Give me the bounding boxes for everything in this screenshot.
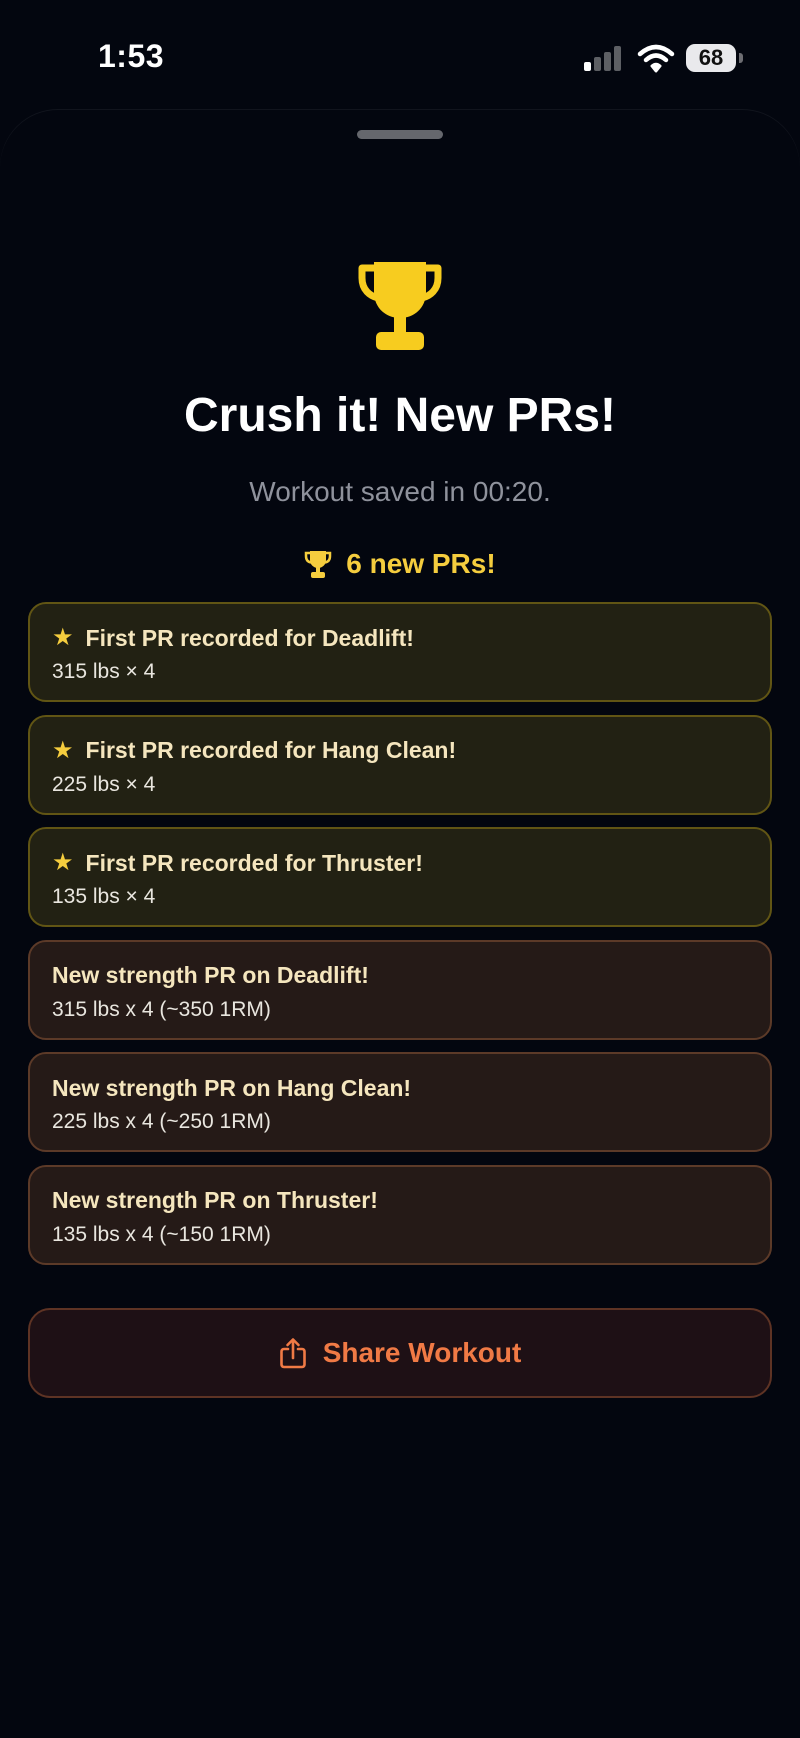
pr-card: ★ First PR recorded for Thruster! 135 lb…	[28, 827, 772, 927]
status-bar: 1:53 68	[0, 0, 800, 110]
pr-card-title: New strength PR on Hang Clean!	[52, 1074, 412, 1101]
pr-card: ★ First PR recorded for Hang Clean! 225 …	[28, 714, 772, 815]
pr-card-detail: 225 lbs × 4	[52, 772, 156, 796]
pr-count-label: 6 new PRs!	[346, 548, 496, 579]
share-workout-label: Share Workout	[322, 1337, 522, 1368]
sheet-grabber[interactable]	[357, 130, 443, 139]
pr-card-detail: 315 lbs x 4 (~350 1RM)	[52, 997, 271, 1021]
pr-card: ★ First PR recorded for Deadlift! 315 lb…	[28, 602, 772, 702]
share-workout-button[interactable]: Share Workout	[28, 1308, 772, 1398]
signal-icon	[584, 45, 624, 71]
pr-card-title-row: New strength PR on Hang Clean!	[52, 1074, 748, 1102]
pr-card-detail: 225 lbs x 4 (~250 1RM)	[52, 1110, 271, 1133]
pr-card-title: New strength PR on Deadlift!	[52, 962, 369, 988]
pr-card-title-row: ★ First PR recorded for Deadlift!	[52, 624, 748, 652]
wifi-icon	[637, 44, 675, 73]
battery-icon: 68	[686, 44, 736, 72]
pr-card-detail: 135 lbs x 4 (~150 1RM)	[52, 1222, 271, 1246]
pr-card-title-row: New strength PR on Deadlift!	[52, 962, 748, 990]
battery-tip	[739, 53, 743, 63]
pr-card-title-row: New strength PR on Thruster!	[52, 1187, 748, 1215]
trophy-small-icon	[305, 551, 332, 578]
pr-card-title-row: ★ First PR recorded for Hang Clean!	[52, 737, 748, 765]
pr-card-title-row: ★ First PR recorded for Thruster!	[52, 849, 748, 877]
status-time: 1:53	[98, 38, 165, 74]
share-icon	[279, 1338, 306, 1369]
star-icon: ★	[52, 736, 74, 764]
pr-card-title: New strength PR on Thruster!	[52, 1187, 378, 1213]
page-title: Crush it! New PRs!	[183, 389, 617, 442]
star-icon: ★	[52, 624, 74, 651]
pr-card: New strength PR on Deadlift! 315 lbs x 4…	[28, 939, 772, 1040]
workout-saved-subtitle: Workout saved in 00:20.	[249, 476, 551, 507]
star-icon: ★	[52, 849, 74, 876]
pr-card: New strength PR on Thruster! 135 lbs x 4…	[28, 1164, 772, 1265]
workout-summary-sheet: Crush it! New PRs! Workout saved in 00:2…	[0, 110, 800, 1738]
pr-count: 6 new PRs!	[0, 548, 800, 580]
pr-card-detail: 315 lbs × 4	[52, 660, 156, 683]
pr-card-title: First PR recorded for Deadlift!	[85, 624, 414, 651]
pr-list: ★ First PR recorded for Deadlift! 315 lb…	[28, 602, 772, 1277]
pr-card-title: First PR recorded for Thruster!	[85, 849, 423, 876]
trophy-icon	[358, 262, 442, 350]
pr-card: New strength PR on Hang Clean! 225 lbs x…	[28, 1052, 772, 1152]
pr-card-detail: 135 lbs × 4	[52, 885, 156, 908]
pr-card-title: First PR recorded for Hang Clean!	[85, 737, 457, 763]
